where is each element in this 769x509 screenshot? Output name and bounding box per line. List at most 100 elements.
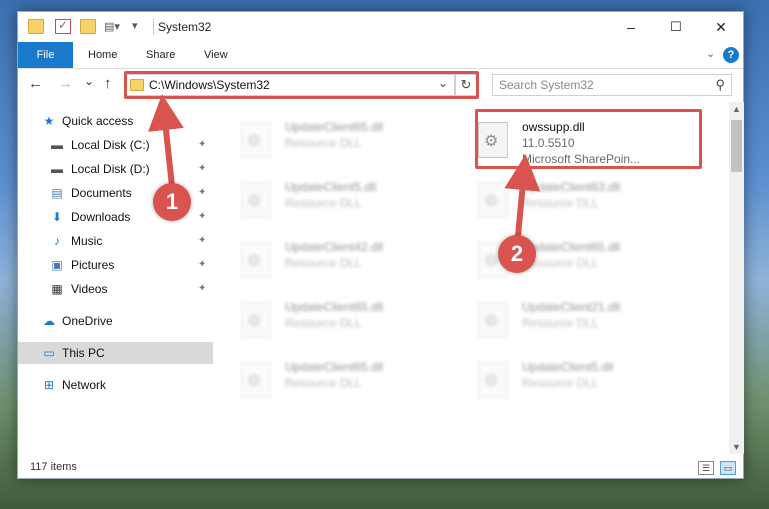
file-name: UpdateClient65.dll xyxy=(522,240,621,254)
file-item[interactable]: UpdateClient63.dll Resource DLL xyxy=(478,176,708,228)
file-item[interactable]: UpdateClient5.dll Resource DLL xyxy=(478,356,708,408)
pin-icon[interactable]: ✦ xyxy=(198,230,206,252)
dll-file-icon xyxy=(478,182,508,218)
sidebar-item-label: Videos xyxy=(71,282,108,296)
file-type: Resource DLL xyxy=(522,316,599,330)
sidebar-item-music[interactable]: ♪ Music ✦ xyxy=(18,230,213,252)
sidebar-item-network[interactable]: ⊞ Network xyxy=(18,374,213,396)
tab-share[interactable]: Share xyxy=(132,42,189,68)
recent-locations-icon[interactable]: ⌄ xyxy=(84,74,94,88)
search-input[interactable]: Search System32 xyxy=(499,78,594,92)
chevron-down-icon[interactable]: ⌄ xyxy=(706,47,715,60)
title-bar: ▤▾ ▾ System32 – ☐ ✕ xyxy=(18,12,743,42)
minimize-button[interactable]: – xyxy=(608,12,654,42)
navigation-bar: ← → ⌄ ↑ C:\Windows\System32 ⌄ ↻ Search S… xyxy=(18,70,743,100)
scroll-down-icon[interactable]: ▼ xyxy=(732,442,741,452)
forward-arrow-icon[interactable]: → xyxy=(58,75,73,92)
pin-icon[interactable]: ✦ xyxy=(198,182,206,204)
file-type: Resource DLL xyxy=(285,316,362,330)
sidebar-item-label: Downloads xyxy=(71,210,131,224)
pin-icon[interactable]: ✦ xyxy=(198,254,206,276)
sidebar-item-videos[interactable]: ▦ Videos ✦ xyxy=(18,278,213,300)
pin-icon[interactable]: ✦ xyxy=(198,134,206,156)
sidebar-item-label: Quick access xyxy=(62,114,134,128)
up-arrow-icon[interactable]: ↑ xyxy=(104,75,112,92)
downloads-icon: ⬇ xyxy=(51,210,63,224)
pin-icon[interactable]: ✦ xyxy=(198,206,206,228)
dll-file-icon xyxy=(241,122,271,158)
star-icon: ★ xyxy=(43,114,55,128)
large-icons-view-icon[interactable]: ▭ xyxy=(720,461,736,475)
file-item[interactable]: UpdateClient65.dll Resource DLL xyxy=(241,116,471,168)
sidebar-item-pictures[interactable]: ▣ Pictures ✦ xyxy=(18,254,213,276)
sidebar-item-onedrive[interactable]: ☁ OneDrive xyxy=(18,310,213,332)
address-highlight-box xyxy=(124,71,479,99)
file-item[interactable]: UpdateClient65.dll Resource DLL xyxy=(241,356,471,408)
sidebar-item-quick-access[interactable]: ★ Quick access xyxy=(18,110,213,132)
ribbon-tabs: File Home Share View ⌄ ? xyxy=(18,42,743,69)
documents-icon: ▤ xyxy=(51,186,63,200)
file-name: UpdateClient42.dll xyxy=(285,240,384,254)
sidebar-item-label: Pictures xyxy=(71,258,115,272)
sidebar-item-label: Documents xyxy=(71,186,132,200)
drive-icon: ▬ xyxy=(51,162,63,176)
file-type: Resource DLL xyxy=(285,376,362,390)
sidebar-item-label: This PC xyxy=(62,346,105,360)
back-arrow-icon[interactable]: ← xyxy=(28,75,43,92)
sidebar-item-this-pc[interactable]: ▭ This PC xyxy=(18,342,213,364)
pin-icon[interactable]: ✦ xyxy=(198,278,206,300)
file-type: Resource DLL xyxy=(522,376,599,390)
vertical-scrollbar[interactable]: ▲ ▼ xyxy=(729,102,744,454)
dll-file-icon xyxy=(241,242,271,278)
sidebar-item-local-disk-c[interactable]: ▬ Local Disk (C:) ✦ xyxy=(18,134,213,156)
tab-view[interactable]: View xyxy=(190,42,242,68)
tab-file[interactable]: File xyxy=(18,42,73,68)
file-type: Resource DLL xyxy=(522,196,599,210)
file-type: Resource DLL xyxy=(285,196,362,210)
file-name: UpdateClient65.dll xyxy=(285,300,384,314)
file-name: UpdateClient21.dll xyxy=(522,300,621,314)
file-name: UpdateClient63.dll xyxy=(522,180,621,194)
file-type: Resource DLL xyxy=(285,256,362,270)
search-icon[interactable]: ⚲ xyxy=(715,77,725,93)
explorer-window: ▤▾ ▾ System32 – ☐ ✕ File Home Share View… xyxy=(17,11,744,479)
customize-quick-access-icon[interactable]: ▤▾ xyxy=(104,20,120,35)
search-box[interactable]: Search System32 ⚲ xyxy=(492,74,732,96)
videos-icon: ▦ xyxy=(51,282,63,296)
music-icon: ♪ xyxy=(54,234,60,248)
tab-home[interactable]: Home xyxy=(74,42,131,68)
scroll-up-icon[interactable]: ▲ xyxy=(732,104,741,114)
file-type: Resource DLL xyxy=(285,136,362,150)
computer-icon: ▭ xyxy=(43,346,55,360)
maximize-button[interactable]: ☐ xyxy=(653,12,699,42)
sidebar-item-local-disk-d[interactable]: ▬ Local Disk (D:) ✦ xyxy=(18,158,213,180)
help-icon[interactable]: ? xyxy=(723,47,739,63)
file-item[interactable]: UpdateClient65.dll Resource DLL xyxy=(241,296,471,348)
cloud-icon: ☁ xyxy=(43,314,55,328)
file-item[interactable]: UpdateClient21.dll Resource DLL xyxy=(478,296,708,348)
pin-icon[interactable]: ✦ xyxy=(198,158,206,180)
file-item[interactable]: UpdateClient42.dll Resource DLL xyxy=(241,236,471,288)
quick-access-dropdown-icon[interactable]: ▾ xyxy=(132,19,148,34)
status-bar: 117 items ☰ ▭ xyxy=(18,458,743,480)
folder-icon[interactable] xyxy=(28,19,44,34)
title-separator xyxy=(153,19,154,35)
sidebar-item-label: Local Disk (C:) xyxy=(71,138,150,152)
drive-icon: ▬ xyxy=(51,138,63,152)
file-name: UpdateClient65.dll xyxy=(285,120,384,134)
scrollbar-thumb[interactable] xyxy=(731,120,742,172)
file-item[interactable]: UpdateClient5.dll Resource DLL xyxy=(241,176,471,228)
dll-file-icon xyxy=(478,302,508,338)
properties-icon[interactable] xyxy=(55,18,71,34)
sidebar-item-label: Local Disk (D:) xyxy=(71,162,150,176)
details-view-icon[interactable]: ☰ xyxy=(698,461,714,475)
pictures-icon: ▣ xyxy=(51,258,63,272)
item-count: 117 items xyxy=(30,461,77,473)
new-folder-icon[interactable] xyxy=(80,19,96,34)
navigation-pane: ★ Quick access ▬ Local Disk (C:) ✦ ▬ Loc… xyxy=(18,102,213,454)
dll-file-icon xyxy=(241,302,271,338)
dll-file-icon xyxy=(241,362,271,398)
file-name: UpdateClient5.dll xyxy=(285,180,377,194)
step-1-badge: 1 xyxy=(153,183,191,221)
close-button[interactable]: ✕ xyxy=(698,12,744,42)
